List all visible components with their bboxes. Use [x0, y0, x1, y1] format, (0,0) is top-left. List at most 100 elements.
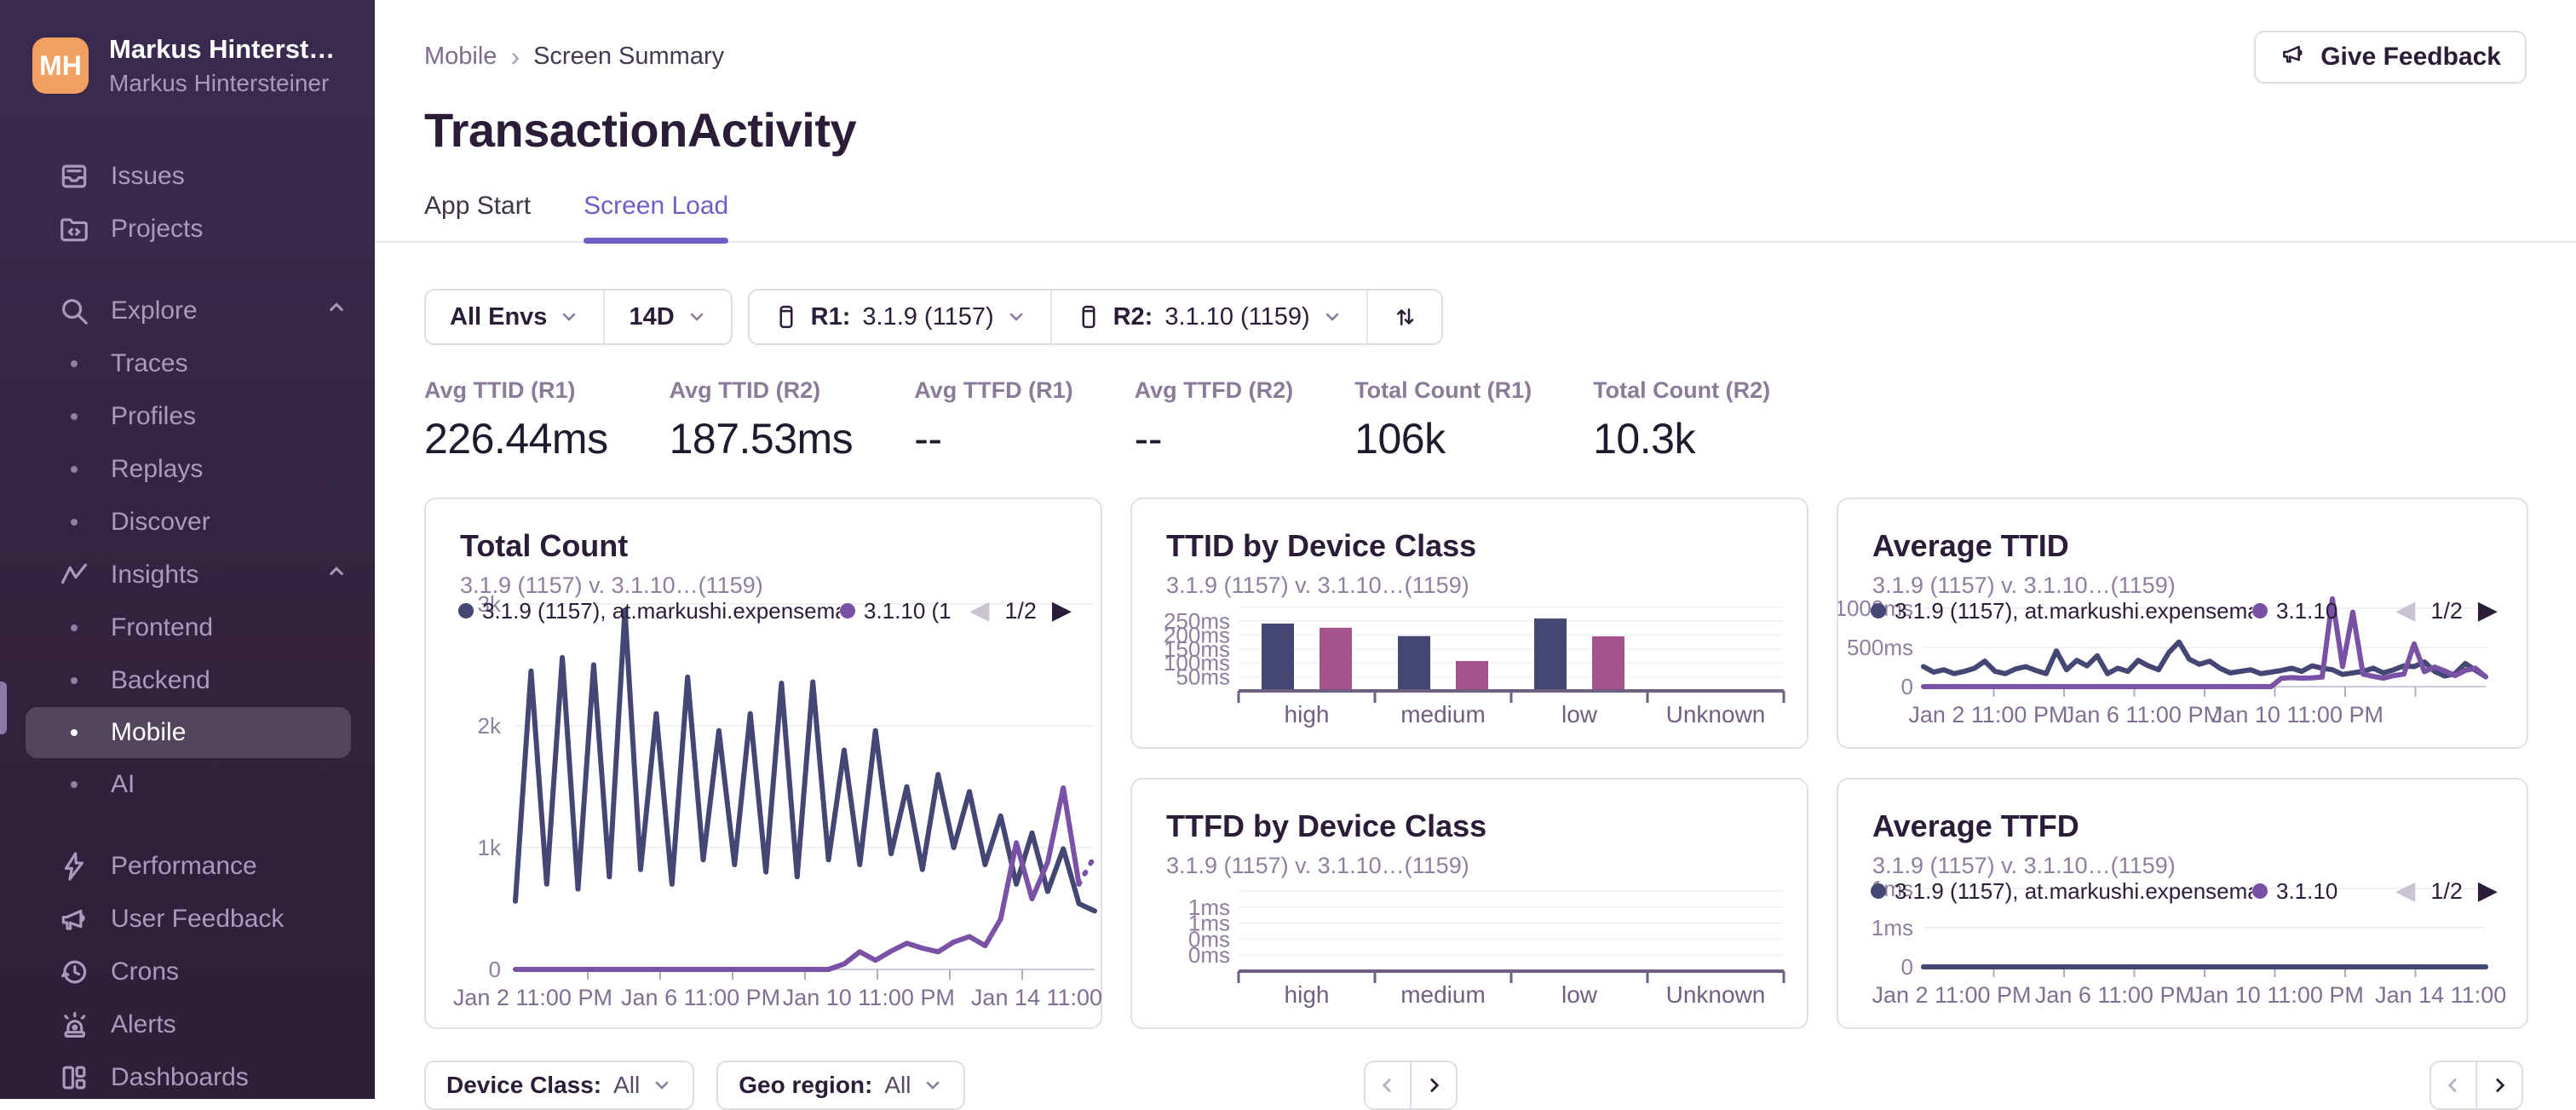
sidebar-item-dashboards[interactable]: Dashboards	[0, 1051, 375, 1099]
sidebar-item-label: Issues	[111, 162, 185, 191]
give-feedback-button[interactable]: Give Feedback	[2254, 31, 2527, 83]
legend-next-icon[interactable]: ▶	[2478, 598, 2498, 624]
page-next-button[interactable]	[2475, 1061, 2523, 1110]
sidebar-item-explore[interactable]: Explore	[0, 285, 375, 337]
legend-prev-icon[interactable]: ◀	[2395, 878, 2415, 904]
give-feedback-label: Give Feedback	[2320, 43, 2501, 72]
metric-avg-ttid-r2-: Avg TTID (R2)187.53ms	[670, 377, 854, 463]
metrics-row: Avg TTID (R1)226.44ms Avg TTID (R2)187.53…	[424, 377, 2527, 463]
sidebar-item-mobile[interactable]: Mobile	[26, 707, 351, 758]
breadcrumb-mobile[interactable]: Mobile	[424, 43, 497, 71]
tab-bar: App Start Screen Load	[375, 158, 2576, 243]
clock-icon	[37, 956, 111, 988]
sidebar-item-label: Traces	[111, 349, 188, 378]
metric-avg-ttfd-r2-: Avg TTFD (R2)--	[1135, 377, 1293, 463]
legend-prev-icon[interactable]: ◀	[2395, 598, 2415, 624]
tab-screen-load[interactable]: Screen Load	[584, 192, 728, 241]
sidebar-item-profiles[interactable]: Profiles	[0, 390, 375, 443]
sidebar-item-label: Explore	[111, 296, 198, 325]
sidebar-item-label: Replays	[111, 455, 203, 484]
svg-text:medium: medium	[1400, 701, 1486, 728]
page-prev-button[interactable]	[2429, 1061, 2477, 1110]
sidebar-item-label: Insights	[111, 561, 198, 590]
user-org: Markus Hintersteiner	[109, 70, 335, 97]
bullet-icon	[37, 781, 111, 788]
period-selector[interactable]: 14D	[603, 290, 730, 343]
svg-text:500ms: 500ms	[1847, 635, 1913, 660]
breadcrumb: Mobile › Screen Summary	[424, 31, 724, 72]
sidebar-item-backend[interactable]: Backend	[0, 654, 375, 707]
chevron-down-icon	[559, 307, 579, 327]
sidebar-item-performance[interactable]: Performance	[0, 840, 375, 893]
dashboards-icon	[37, 1061, 111, 1094]
svg-text:high: high	[1285, 701, 1330, 728]
sidebar-item-discover[interactable]: Discover	[0, 496, 375, 549]
ttid-bar-chart[interactable]: 50ms100ms150ms200ms250mshighmediumlowUnk…	[1132, 499, 1810, 751]
legend-next-icon[interactable]: ▶	[1052, 598, 1072, 624]
page-next-button[interactable]	[1410, 1061, 1458, 1110]
svg-text:Jan 2 11:00 PM: Jan 2 11:00 PM	[453, 985, 612, 1010]
sidebar-item-ai[interactable]: AI	[0, 758, 375, 811]
legend-dot	[840, 603, 855, 618]
release-r1-selector[interactable]: R1: 3.1.9 (1157)	[750, 290, 1050, 343]
user-card[interactable]: MH Markus Hinterst… Markus Hintersteiner	[0, 0, 375, 97]
svg-text:Jan 2 11:00 PM: Jan 2 11:00 PM	[1872, 982, 2031, 1008]
sidebar-item-label: Discover	[111, 508, 210, 537]
page-prev-button[interactable]	[1364, 1061, 1412, 1110]
sidebar-item-traces[interactable]: Traces	[0, 337, 375, 390]
svg-text:Unknown: Unknown	[1666, 701, 1766, 728]
bullet-icon	[37, 519, 111, 526]
release-r2-selector[interactable]: R2: 3.1.10 (1159)	[1050, 290, 1366, 343]
chart-card-ttfd-by-device-class: TTFD by Device Class 3.1.9 (1157) v. 3.1…	[1130, 778, 1808, 1029]
projects-icon	[37, 213, 111, 245]
swap-releases-button[interactable]	[1366, 290, 1441, 343]
chart-legend: 3.1.9 (1157), at.markushi.expensemanage …	[1871, 595, 2498, 627]
legend-series-r2[interactable]: 3.1.10	[2252, 878, 2337, 905]
total-count-line-chart[interactable]: 01k2k3kJan 2 11:00 PMJan 6 11:00 PMJan 1…	[426, 499, 1118, 1031]
legend-dot	[2252, 883, 2268, 899]
legend-series-r2[interactable]: 3.1.10	[2252, 598, 2337, 624]
page-title: TransactionActivity	[375, 83, 2576, 158]
tab-app-start[interactable]: App Start	[424, 192, 531, 241]
legend-prev-icon[interactable]: ◀	[969, 598, 989, 624]
legend-series-r1[interactable]: 3.1.9 (1157), at.markushi.expensemanage	[458, 598, 840, 624]
svg-text:0: 0	[489, 957, 501, 982]
sidebar-item-label: Mobile	[111, 718, 186, 747]
sidebar-item-label: Profiles	[111, 402, 196, 431]
sidebar-item-insights[interactable]: Insights	[0, 549, 375, 601]
chevron-left-icon	[1377, 1074, 1399, 1096]
svg-text:Jan 10 11:00 PM: Jan 10 11:00 PM	[2211, 702, 2383, 728]
sidebar-item-issues[interactable]: Issues	[0, 150, 375, 203]
sidebar-item-alerts[interactable]: Alerts	[0, 998, 375, 1051]
sidebar-item-projects[interactable]: Projects	[0, 203, 375, 256]
legend-next-icon[interactable]: ▶	[2478, 878, 2498, 904]
legend-dot	[2252, 603, 2268, 618]
breadcrumb-chevron-icon: ›	[510, 41, 520, 72]
bullet-icon	[37, 466, 111, 473]
total-count-pagination	[2429, 1061, 2523, 1110]
charts-pagination	[1364, 1061, 1458, 1110]
swap-arrows-icon	[1392, 304, 1417, 330]
legend-dot	[1871, 603, 1886, 618]
svg-text:low: low	[1561, 701, 1598, 728]
avatar: MH	[32, 37, 89, 94]
env-period-group: All Envs 14D	[424, 289, 733, 345]
geo-region-filter[interactable]: Geo region: All	[716, 1061, 965, 1110]
legend-series-r2[interactable]: 3.1.10 (1	[840, 598, 952, 624]
bullet-icon	[37, 624, 111, 631]
svg-text:250ms: 250ms	[1164, 608, 1230, 634]
ttfd-bar-chart[interactable]: 0ms0ms1ms1mshighmediumlowUnknown	[1132, 779, 1810, 1031]
svg-text:0: 0	[1901, 674, 1913, 699]
legend-series-r1[interactable]: 3.1.9 (1157), at.markushi.expensemanage	[1871, 878, 2252, 905]
metric-avg-ttid-r1-: Avg TTID (R1)226.44ms	[424, 377, 608, 463]
svg-text:low: low	[1561, 981, 1598, 1008]
sidebar-item-replays[interactable]: Replays	[0, 443, 375, 496]
sidebar-item-crons[interactable]: Crons	[0, 946, 375, 998]
legend-series-r1[interactable]: 3.1.9 (1157), at.markushi.expensemanage	[1871, 598, 2252, 624]
svg-text:Unknown: Unknown	[1666, 981, 1766, 1008]
sidebar-item-frontend[interactable]: Frontend	[0, 601, 375, 654]
sidebar-item-user-feedback[interactable]: User Feedback	[0, 893, 375, 946]
chevron-down-icon	[652, 1075, 672, 1096]
device-class-filter[interactable]: Device Class: All	[424, 1061, 694, 1110]
env-selector[interactable]: All Envs	[426, 290, 603, 343]
